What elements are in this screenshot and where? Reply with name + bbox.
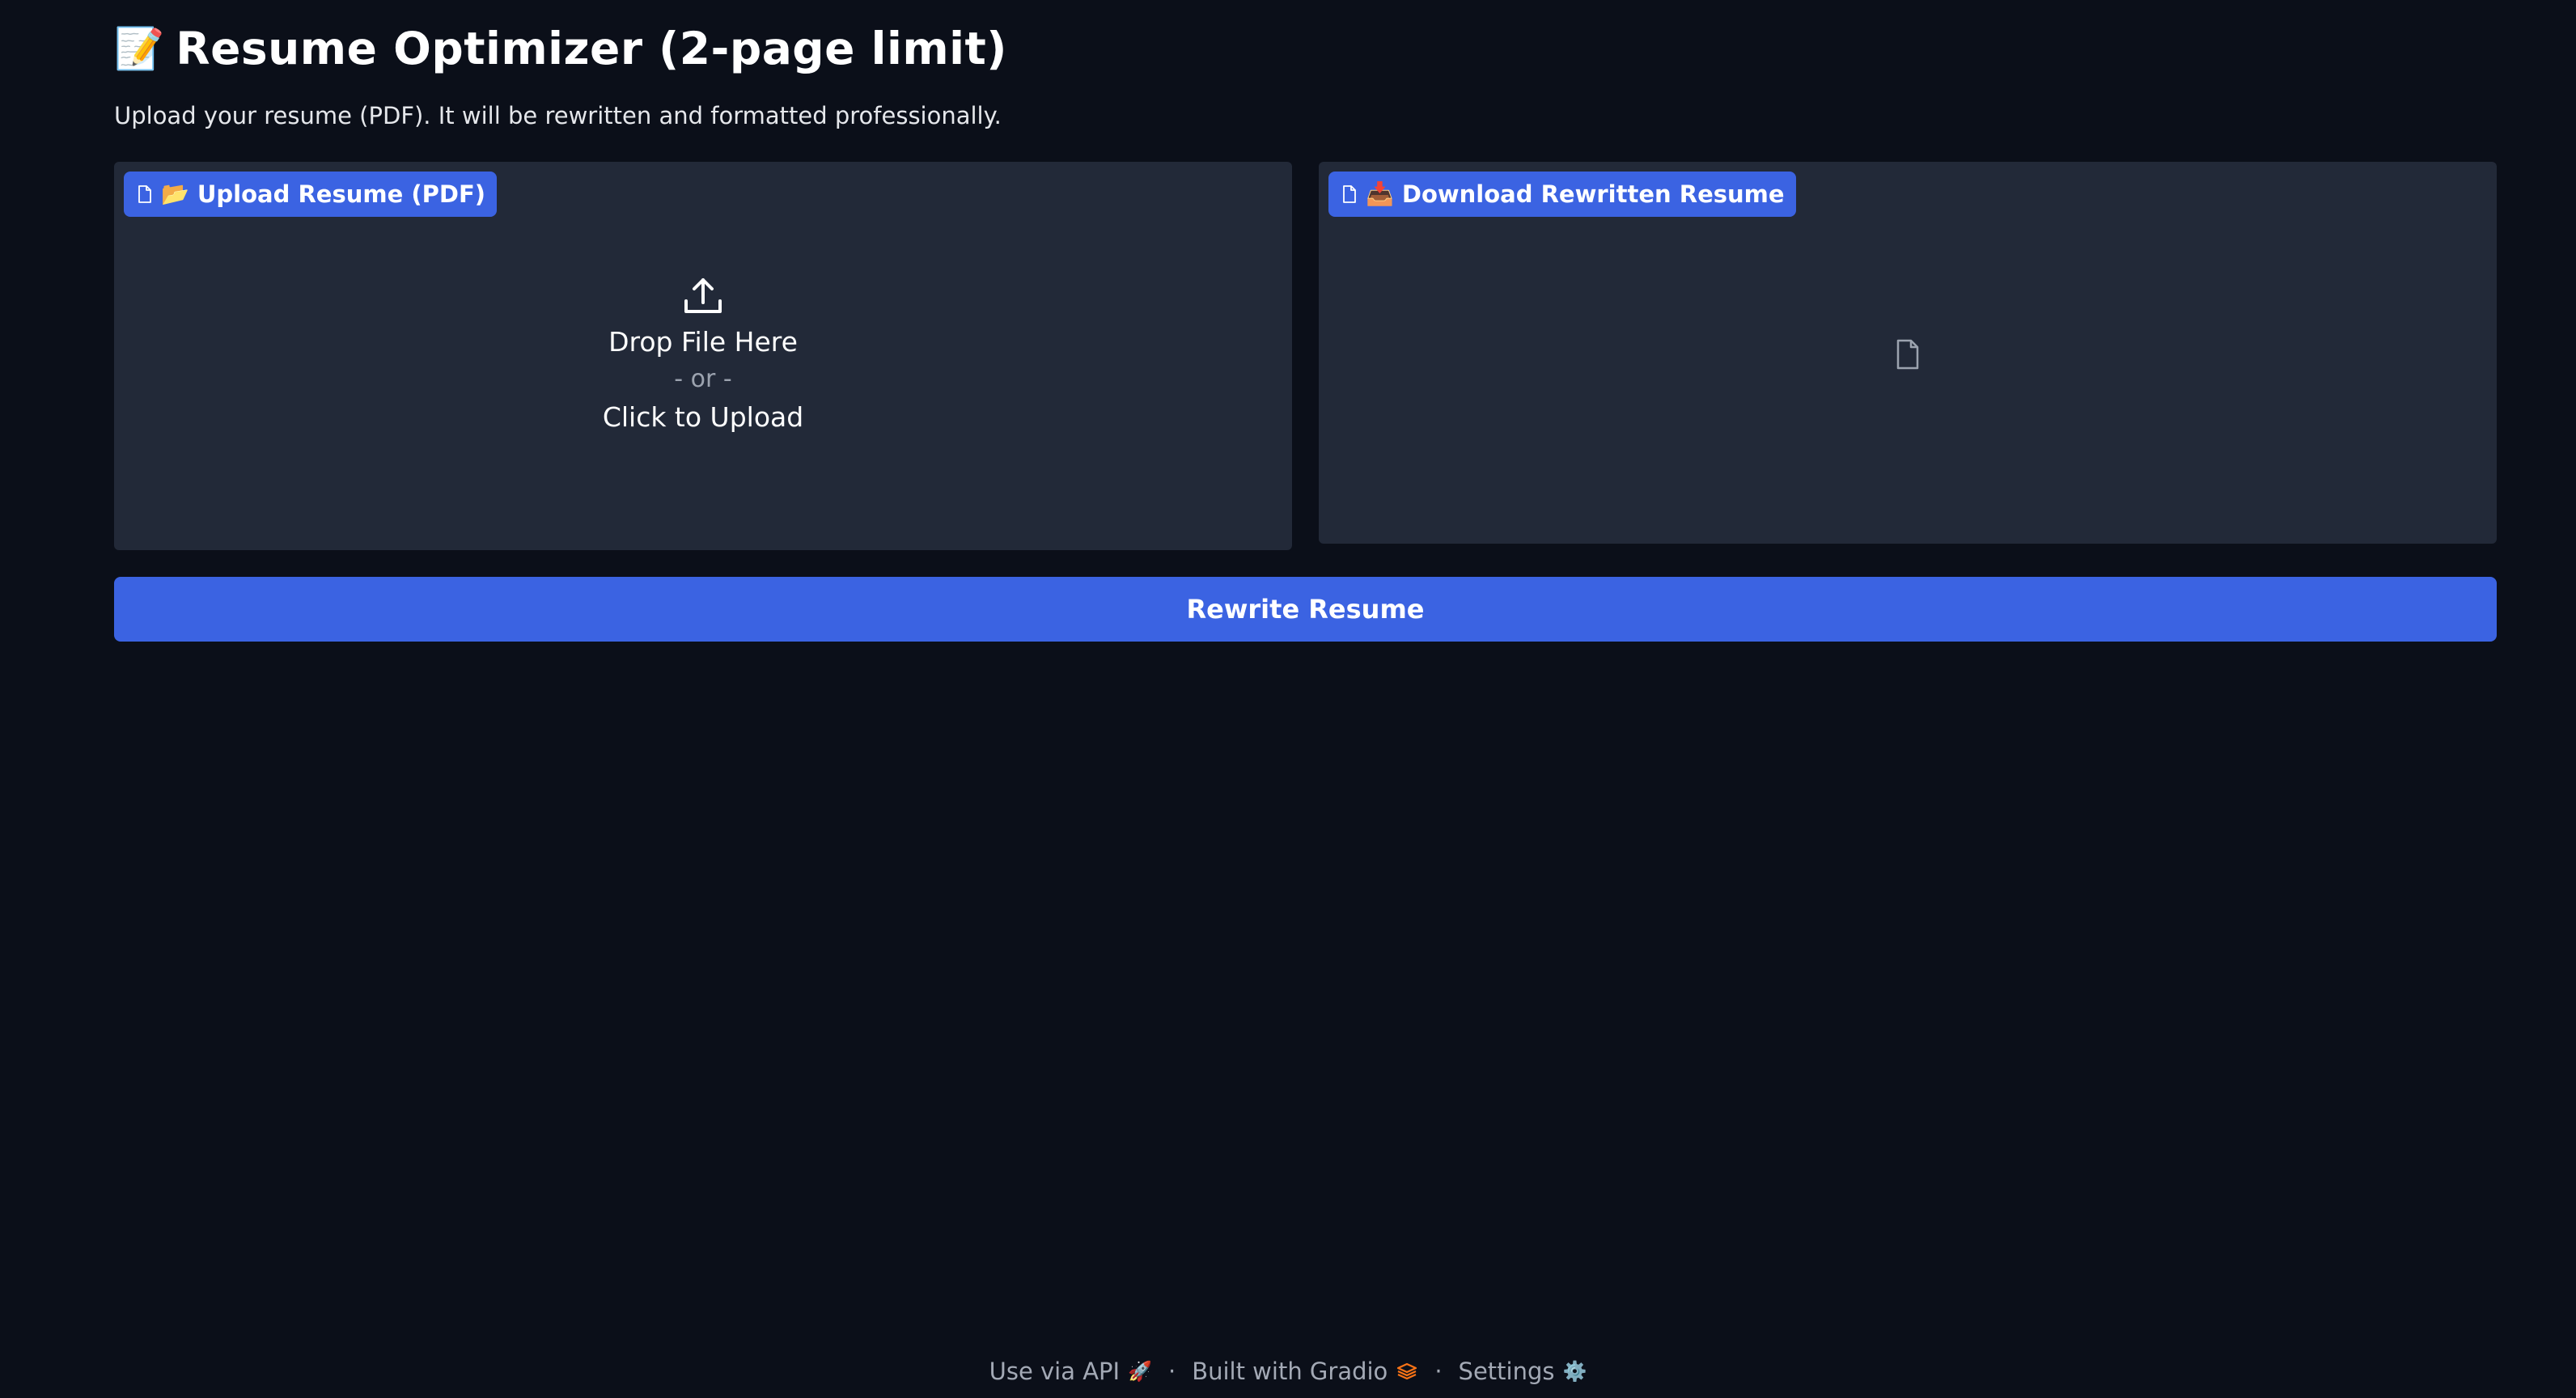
footer: Use via API 🚀 · Built with Gradio · Sett… [0,1351,2576,1392]
drop-area[interactable]: Drop File Here - or - Click to Upload [114,275,1292,437]
built-with-gradio-link[interactable]: Built with Gradio [1192,1358,1418,1385]
click-to-upload-text[interactable]: Click to Upload [603,398,803,437]
upload-resume-label-text: Upload Resume (PDF) [197,180,486,208]
upload-resume-label: 📂 Upload Resume (PDF) [124,172,498,217]
built-with-gradio-label: Built with Gradio [1192,1358,1388,1385]
download-resume-label: 📥 Download Rewritten Resume [1328,172,1796,217]
upload-resume-dropzone[interactable]: 📂 Upload Resume (PDF) Drop File Here - o… [114,162,1292,550]
file-placeholder-icon [1896,339,1919,370]
settings-link[interactable]: Settings ⚙️ [1459,1358,1587,1385]
download-resume-panel: 📥 Download Rewritten Resume [1319,162,2497,544]
drop-file-text: Drop File Here [608,326,798,358]
page-description: Upload your resume (PDF). It will be rew… [114,102,1002,129]
rewrite-resume-button[interactable]: Rewrite Resume [114,577,2497,642]
folder-icon: 📂 [161,180,189,207]
use-via-api-link[interactable]: Use via API 🚀 [989,1358,1152,1385]
settings-label: Settings [1458,1358,1555,1385]
app-page: 📝 Resume Optimizer (2-page limit) Upload… [0,0,2576,1398]
gradio-logo-icon [1397,1362,1417,1380]
gear-icon: ⚙️ [1562,1360,1587,1383]
page-title-row: 📝 Resume Optimizer (2-page limit) [114,16,1007,81]
file-icon [138,185,151,203]
or-separator-text: - or - [674,365,732,393]
rocket-icon: 🚀 [1128,1360,1152,1383]
inbox-tray-icon: 📥 [1366,180,1394,207]
file-icon [1343,185,1356,203]
page-title: Resume Optimizer (2-page limit) [176,23,1007,74]
memo-icon: 📝 [114,25,165,72]
upload-icon [684,278,722,313]
download-resume-label-text: Download Rewritten Resume [1401,180,1785,208]
footer-separator: · [1434,1358,1443,1385]
footer-separator: · [1167,1358,1176,1385]
use-via-api-label: Use via API [989,1358,1121,1385]
